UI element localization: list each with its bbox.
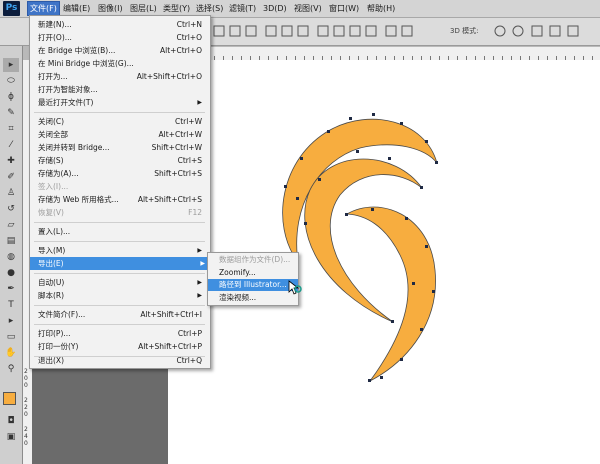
menu-item-scripts[interactable]: 脚本(R) ▶	[38, 289, 206, 302]
hand-tool-icon[interactable]: ✋	[3, 346, 19, 360]
menu-separator	[34, 305, 205, 306]
menu-item-close-all[interactable]: 关闭全部 Alt+Ctrl+W	[38, 128, 206, 141]
quick-select-tool-icon[interactable]: ✎	[3, 106, 19, 120]
blur-tool-icon[interactable]: ◍	[3, 250, 19, 264]
eraser-tool-icon[interactable]: ▱	[3, 218, 19, 232]
submenu-arrow-icon: ▶	[197, 279, 202, 286]
lasso-tool-icon[interactable]: ϕ	[3, 90, 19, 104]
screen-mode-icon[interactable]: ▣	[3, 430, 19, 444]
menu-item-file-info[interactable]: 文件简介(F)... Alt+Shift+Ctrl+I	[38, 308, 206, 321]
menu-separator	[34, 273, 205, 274]
healing-brush-tool-icon[interactable]: ✚	[3, 154, 19, 168]
busy-cursor-icon	[288, 280, 302, 295]
submenu-arrow-icon: ▶	[197, 247, 202, 254]
menu-item-print-one-copy[interactable]: 打印一份(Y) Alt+Shift+Ctrl+P	[38, 340, 206, 353]
menu-item-exit[interactable]: 退出(X) Ctrl+Q	[38, 354, 206, 367]
menu-item-import[interactable]: 导入(M) ▶	[38, 244, 206, 257]
menu-separator	[34, 112, 205, 113]
path-select-tool-icon[interactable]: ▸	[3, 314, 19, 328]
shape-tool-icon[interactable]: ▭	[3, 330, 19, 344]
marquee-tool-icon[interactable]: ⬭	[3, 74, 19, 88]
quick-mask-icon[interactable]: ◘	[3, 414, 19, 428]
menu-item-browse-bridge[interactable]: 在 Bridge 中浏览(B)... Alt+Ctrl+O	[38, 44, 206, 57]
pen-tool-icon[interactable]: ✒	[3, 282, 19, 296]
menu-item-close[interactable]: 关闭(C) Ctrl+W	[38, 115, 206, 128]
move-tool-icon[interactable]: ▸	[3, 58, 19, 72]
menu-item-recent-files[interactable]: 最近打开文件(T) ▶	[38, 96, 206, 109]
zoom-tool-icon[interactable]: ⚲	[3, 362, 19, 376]
tools-panel: ▸ ⬭ ϕ ✎ ⌗ ⁄ ✚ ✐ ♙ ↺ ▱ ▤ ◍ ● ✒ T ▸ ▭ ✋ ⚲ …	[0, 46, 23, 464]
menu-separator	[34, 241, 205, 242]
menu-item-save-as[interactable]: 存储为(A)... Shift+Ctrl+S	[38, 167, 206, 180]
submenu-item-data-sets-as-files: 数据组作为文件(D)...	[219, 255, 291, 264]
menu-item-place[interactable]: 置入(L)...	[38, 225, 206, 238]
menu-item-check-in: 签入(I)...	[38, 182, 69, 191]
menu-item-close-go-bridge[interactable]: 关闭并转到 Bridge... Shift+Ctrl+W	[38, 141, 206, 154]
menu-item-revert: 恢复(V) F12	[38, 208, 202, 217]
brush-tool-icon[interactable]: ✐	[3, 170, 19, 184]
submenu-arrow-icon: ▶	[197, 99, 202, 106]
dodge-tool-icon[interactable]: ●	[3, 266, 19, 280]
menu-item-open[interactable]: 打开(O)... Ctrl+O	[38, 31, 206, 44]
submenu-item-paths-to-illustrator[interactable]: 路径到 Illustrator...	[208, 279, 298, 291]
menu-item-open-smart-object[interactable]: 打开为智能对象...	[38, 83, 206, 96]
submenu-item-zoomify[interactable]: Zoomify...	[208, 267, 298, 279]
gradient-tool-icon[interactable]: ▤	[3, 234, 19, 248]
menu-separator	[34, 222, 205, 223]
submenu-item-render-video[interactable]: 渲染视频...	[208, 292, 298, 304]
eyedropper-tool-icon[interactable]: ⁄	[3, 138, 19, 152]
export-submenu: 数据组作为文件(D)... Zoomify... 路径到 Illustrator…	[207, 252, 299, 306]
menu-item-new[interactable]: 新建(N)... Ctrl+N	[38, 18, 206, 31]
menu-item-automate[interactable]: 自动(U) ▶	[38, 276, 206, 289]
menu-item-open-as[interactable]: 打开为... Alt+Shift+Ctrl+O	[38, 70, 206, 83]
menu-item-browse-mini-bridge[interactable]: 在 Mini Bridge 中浏览(G)...	[38, 57, 206, 70]
type-tool-icon[interactable]: T	[3, 298, 19, 312]
submenu-arrow-icon: ▶	[200, 260, 205, 267]
menu-item-print[interactable]: 打印(P)... Ctrl+P	[38, 327, 206, 340]
menu-item-save[interactable]: 存储(S) Ctrl+S	[38, 154, 206, 167]
clone-stamp-tool-icon[interactable]: ♙	[3, 186, 19, 200]
menu-item-export[interactable]: 导出(E) ▶	[30, 257, 209, 270]
history-brush-tool-icon[interactable]: ↺	[3, 202, 19, 216]
file-menu-dropdown: 新建(N)... Ctrl+N 打开(O)... Ctrl+O 在 Bridge 中…	[29, 15, 211, 369]
foreground-color-swatch[interactable]	[3, 392, 16, 405]
menu-item-save-for-web[interactable]: 存储为 Web 所用格式... Alt+Shift+Ctrl+S	[38, 193, 206, 206]
menu-separator	[34, 324, 205, 325]
crop-tool-icon[interactable]: ⌗	[3, 122, 19, 136]
submenu-arrow-icon: ▶	[197, 292, 202, 299]
